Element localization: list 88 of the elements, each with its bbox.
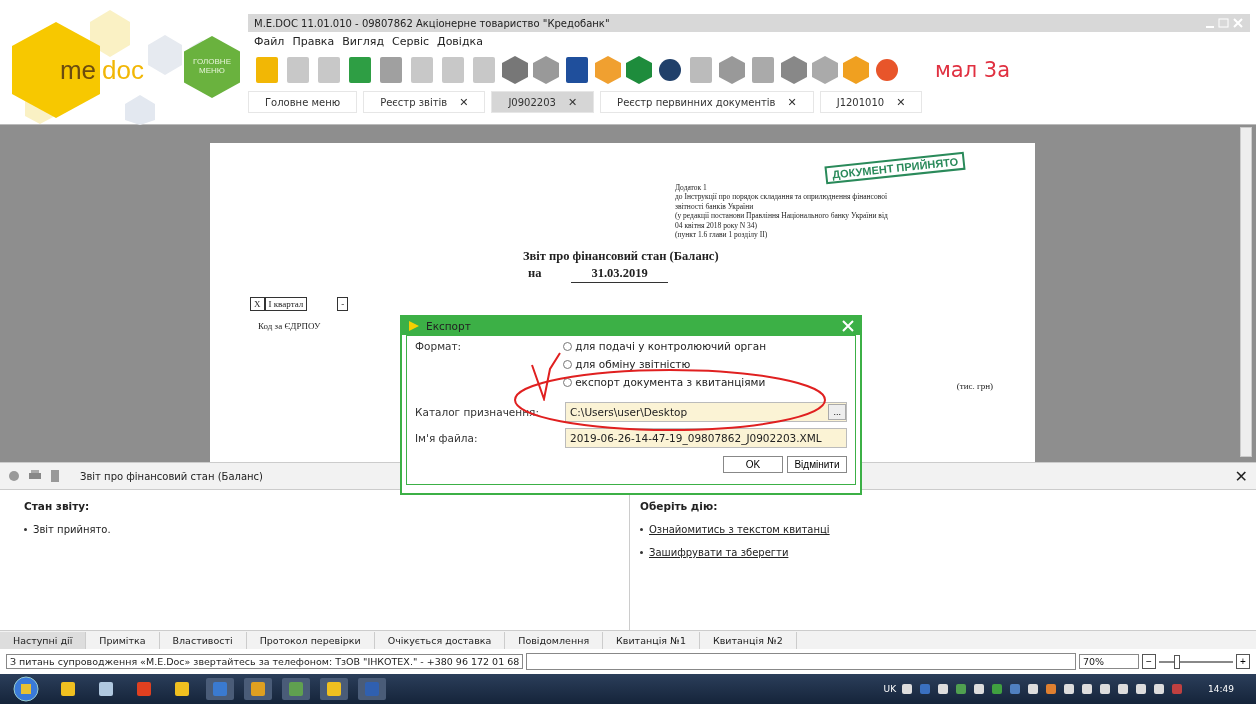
tray-icon[interactable] bbox=[1026, 682, 1041, 696]
bullet-icon bbox=[640, 528, 643, 531]
radio-option[interactable]: для подачі у контролюючий орган bbox=[563, 340, 767, 352]
menu-item[interactable]: Файл bbox=[254, 35, 285, 48]
action-link[interactable]: Зашифрувати та зберегти bbox=[649, 547, 789, 558]
bottom-tab[interactable]: Протокол перевірки bbox=[246, 631, 375, 649]
hexagon-icon[interactable] bbox=[500, 54, 530, 86]
tab-label: J0902203 bbox=[508, 96, 556, 108]
hexagon-icon[interactable] bbox=[779, 54, 809, 86]
zoom-value: 70% bbox=[1079, 654, 1139, 669]
bottom-tab[interactable]: Очікується доставка bbox=[374, 631, 506, 649]
browse-button[interactable]: ... bbox=[828, 404, 846, 420]
file-name-field[interactable]: 2019-06-26-14-47-19_09807862_J0902203.XML bbox=[565, 428, 847, 448]
tray-icon[interactable] bbox=[900, 682, 915, 696]
menu-item[interactable]: Сервіс bbox=[392, 35, 430, 48]
annotation-label: мал 3а bbox=[935, 58, 1011, 82]
tab[interactable]: J1201010 ✕ bbox=[819, 91, 923, 113]
code-label: Код за ЄДРПОУ bbox=[258, 321, 321, 334]
status-message: З питань супроводження «M.E.Doc» звертайтесь за телефоном: ТзОВ "ІНКОТЕХ." - +380 96 172 01 68 bbox=[6, 654, 524, 669]
menu-item[interactable]: Довідка bbox=[437, 35, 483, 48]
tab-label: Реєстр звітів bbox=[380, 96, 448, 108]
vertical-scrollbar[interactable] bbox=[1240, 127, 1252, 457]
tray-icon[interactable] bbox=[1062, 682, 1077, 696]
dialog-title: Експорт bbox=[426, 320, 472, 332]
status-text: Звіт прийнято. bbox=[33, 524, 111, 535]
hexagon-icon[interactable] bbox=[810, 54, 840, 86]
zoom-in-button[interactable]: + bbox=[1236, 654, 1250, 669]
menu-item[interactable]: Правка bbox=[292, 35, 335, 48]
units-label: (тис. грн) bbox=[956, 381, 993, 392]
tab[interactable]: Реєстр звітів ✕ bbox=[363, 91, 486, 113]
report-date: 31.03.2019 bbox=[571, 266, 668, 284]
tab-label: Реєстр первинних документів bbox=[617, 96, 776, 108]
close-button[interactable]: ✕ bbox=[1234, 466, 1248, 486]
section-heading: Оберіть дію: bbox=[640, 500, 719, 512]
accepted-stamp: ДОКУМЕНТ ПРИЙНЯТО bbox=[824, 151, 966, 185]
tab-label: J1201010 bbox=[836, 96, 885, 108]
logo-text: me bbox=[59, 54, 96, 86]
tray-icon[interactable] bbox=[1080, 682, 1095, 696]
tray-icon[interactable] bbox=[990, 682, 1005, 696]
action-link[interactable]: Ознайомитись з текстом квитанці bbox=[649, 524, 830, 535]
zoom-out-button[interactable]: − bbox=[1142, 654, 1156, 669]
period-mark: X bbox=[250, 297, 265, 312]
bullet-icon bbox=[640, 551, 643, 554]
period-label: I квартал bbox=[264, 297, 308, 312]
bottom-tab[interactable]: Квитанція №1 bbox=[603, 631, 700, 649]
dialog-button[interactable]: Відмінити bbox=[787, 456, 847, 473]
zoom-slider-thumb[interactable] bbox=[1173, 654, 1180, 669]
details-title: Звіт про фінансовий стан (Баланс) bbox=[80, 470, 264, 482]
menu-item[interactable]: Вигляд bbox=[342, 35, 384, 48]
language-indicator[interactable]: UK bbox=[883, 684, 897, 694]
section-heading: Стан звіту: bbox=[24, 500, 91, 512]
file-name-label: Ім'я файла: bbox=[415, 432, 479, 444]
tray-icon[interactable] bbox=[972, 682, 987, 696]
tray-icon[interactable] bbox=[936, 682, 951, 696]
hexagon-icon[interactable] bbox=[717, 54, 747, 86]
tab-close-button[interactable]: ✕ bbox=[459, 95, 469, 109]
dialog-button[interactable]: OK bbox=[723, 456, 783, 473]
period-mark: - bbox=[337, 297, 349, 312]
tab[interactable]: Головне меню bbox=[248, 91, 358, 113]
tab[interactable]: Реєстр первинних документів ✕ bbox=[600, 91, 814, 113]
radio-option[interactable]: експорт документа з квитанціями bbox=[563, 376, 767, 388]
logo-text: doc bbox=[102, 55, 144, 86]
tab-close-button[interactable]: ✕ bbox=[567, 95, 578, 109]
format-label: Формат: bbox=[415, 340, 462, 354]
folder-field[interactable]: C:\Users\user\Desktop ... bbox=[565, 402, 847, 422]
window-title: M.E.DOC 11.01.010 - 09807862 Акціонерне товариство "Кредобанк" bbox=[254, 17, 611, 29]
tray-icon[interactable] bbox=[954, 682, 969, 696]
tab-close-button[interactable]: ✕ bbox=[787, 95, 797, 109]
bottom-tab[interactable]: Квитанція №2 bbox=[699, 631, 797, 649]
clock: 14:49 bbox=[1208, 684, 1234, 694]
radio-option[interactable]: для обміну звітністю bbox=[563, 358, 767, 370]
tab-close-button[interactable]: ✕ bbox=[896, 95, 906, 109]
tray-icon[interactable] bbox=[1152, 682, 1167, 696]
close-icon[interactable] bbox=[842, 320, 854, 332]
tab[interactable]: J0902203 ✕ bbox=[491, 91, 595, 113]
bottom-tab[interactable]: Наступні дії bbox=[0, 631, 87, 649]
bottom-tab[interactable]: Повідомлення bbox=[505, 631, 604, 649]
tab-label: Головне меню bbox=[265, 96, 341, 108]
tray-icon[interactable] bbox=[1044, 682, 1059, 696]
bullet-icon bbox=[24, 528, 27, 531]
document-title: Звіт про фінансовий стан (Баланс) bbox=[523, 249, 720, 265]
tray-icon[interactable] bbox=[1098, 682, 1113, 696]
date-prefix: на bbox=[528, 266, 542, 283]
check-mark-annotation bbox=[530, 351, 562, 401]
tray-icon[interactable] bbox=[1134, 682, 1149, 696]
bottom-tab[interactable]: Властивості bbox=[159, 631, 247, 649]
tray-icon[interactable] bbox=[1116, 682, 1131, 696]
bottom-tab[interactable]: Примітка bbox=[86, 631, 160, 649]
